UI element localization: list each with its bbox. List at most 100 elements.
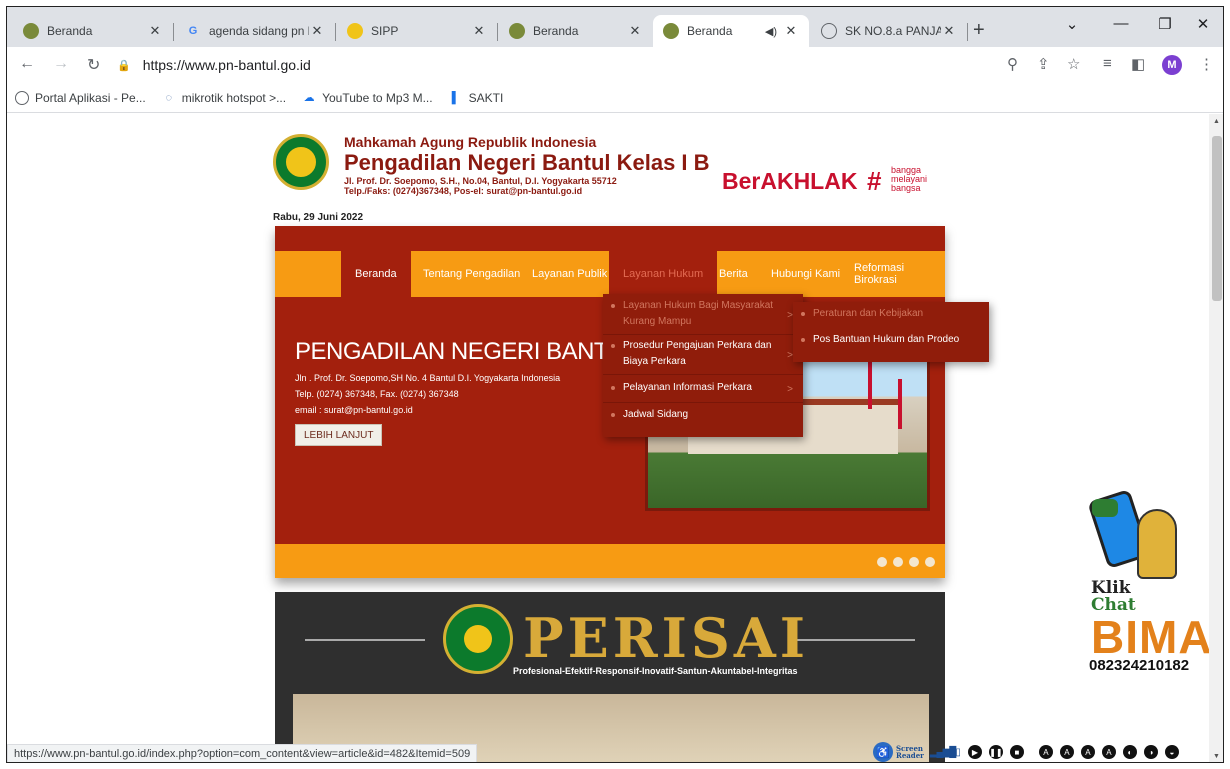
- grayscale-icon[interactable]: ◒: [1164, 745, 1179, 759]
- bookmark-portal-aplikasi[interactable]: Portal Aplikasi - Pe...: [15, 90, 146, 105]
- tab-sipp[interactable]: SIPP ✕: [337, 15, 497, 47]
- screen-reader-icon[interactable]: ♿: [873, 742, 893, 762]
- submenu-item-peraturan[interactable]: Peraturan dan Kebijakan: [793, 306, 989, 322]
- scroll-down-icon[interactable]: ▼: [1213, 753, 1220, 760]
- address-bar[interactable]: 🔒 https://www.pn-bantul.go.id: [117, 52, 1017, 78]
- chat-bubble-icon[interactable]: [1092, 499, 1118, 517]
- new-tab-icon[interactable]: +: [973, 19, 985, 42]
- close-icon[interactable]: ✕: [309, 23, 325, 39]
- reading-list-icon[interactable]: ≡: [1103, 55, 1112, 72]
- bookmark-mikrotik[interactable]: ◌ mikrotik hotspot >...: [162, 91, 286, 105]
- vertical-scrollbar[interactable]: ▲ ▼: [1209, 114, 1223, 762]
- close-icon[interactable]: ✕: [147, 23, 163, 39]
- dropdown-item-bantuan-hukum[interactable]: Layanan Hukum Bagi Masyarakat Kurang Mam…: [603, 298, 803, 330]
- play-icon[interactable]: ▶: [967, 745, 982, 759]
- minimize-icon[interactable]: —: [1101, 15, 1141, 32]
- lebih-lanjut-button[interactable]: LEBIH LANJUT: [295, 424, 383, 446]
- dyslexic-font-icon[interactable]: A: [1101, 745, 1116, 759]
- tab-separator: [967, 23, 968, 41]
- restore-icon[interactable]: ❐: [1145, 15, 1185, 33]
- close-icon[interactable]: ✕: [471, 23, 487, 39]
- browser-toolbar: ← → ↻ 🔒 https://www.pn-bantul.go.id ⚲ ⇪ …: [7, 47, 1223, 83]
- banner-rule-left: [305, 639, 425, 641]
- nav-tentang-pengadilan[interactable]: Tentang Pengadilan: [409, 251, 534, 297]
- cloud-download-icon: ☁: [303, 92, 315, 104]
- google-icon: G: [188, 25, 198, 37]
- header-line-1: Mahkamah Agung Republik Indonesia: [344, 134, 597, 150]
- slider-dot-1[interactable]: [877, 557, 887, 567]
- scroll-thumb[interactable]: [1212, 136, 1222, 301]
- zoom-icon[interactable]: ⚲: [1007, 55, 1018, 73]
- volume-level-icon[interactable]: ▂▄▆█▯: [930, 747, 961, 758]
- perisai-banner[interactable]: PERISAI Profesional-Efektif-Responsif-In…: [275, 592, 945, 762]
- tab-separator: [173, 23, 174, 41]
- nav-reformasi-birokrasi[interactable]: Reformasi Birokrasi: [840, 251, 945, 297]
- bookmark-youtube-mp3[interactable]: ☁ YouTube to Mp3 M...: [302, 91, 433, 105]
- tab-google[interactable]: G agenda sidang pn b ✕: [175, 15, 335, 47]
- close-icon[interactable]: ✕: [627, 23, 643, 39]
- font-reset-icon[interactable]: A: [1080, 745, 1095, 759]
- font-increase-icon[interactable]: A: [1059, 745, 1074, 759]
- slider-dot-4[interactable]: [925, 557, 935, 567]
- court-icon: [663, 23, 679, 39]
- menu-kebab-icon[interactable]: ⋮: [1199, 55, 1214, 73]
- bima-phone-number[interactable]: 082324210182: [1089, 657, 1189, 674]
- submenu-item-posbakum[interactable]: Pos Bantuan Hukum dan Prodeo: [793, 332, 989, 348]
- bar-icon: ▌: [451, 91, 460, 104]
- mascot-icon[interactable]: [1137, 509, 1177, 579]
- chevron-right-icon: >: [787, 384, 793, 395]
- dropdown-divider: [603, 402, 803, 403]
- profile-avatar[interactable]: M: [1162, 55, 1182, 75]
- chevron-down-icon[interactable]: ⌄: [1052, 15, 1092, 33]
- dropdown-item-prosedur[interactable]: Prosedur Pengajuan Perkara dan Biaya Per…: [603, 338, 803, 370]
- tab-beranda-active[interactable]: Beranda ◀) ✕: [653, 15, 809, 47]
- tab-beranda-1[interactable]: Beranda ✕: [13, 15, 173, 47]
- share-icon[interactable]: ⇪: [1037, 55, 1050, 73]
- nav-layanan-hukum[interactable]: Layanan Hukum: [609, 251, 718, 297]
- sipp-icon: [347, 23, 363, 39]
- globe-icon: [15, 90, 29, 105]
- slider-dot-2[interactable]: [893, 557, 903, 567]
- invert-icon[interactable]: ◑: [1143, 745, 1158, 759]
- contrast-icon[interactable]: ◐: [1122, 745, 1137, 759]
- reload-icon[interactable]: ↻: [87, 55, 100, 75]
- hero-phone: Telp. (0274) 367348, Fax. (0274) 367348: [295, 389, 459, 399]
- dropdown-item-informasi-perkara[interactable]: Pelayanan Informasi Perkara >: [603, 380, 803, 396]
- screen-reader-label: Screen Reader: [896, 744, 924, 760]
- court-logo[interactable]: [273, 134, 329, 190]
- header-line-2: Pengadilan Negeri Bantul Kelas I B: [344, 150, 710, 175]
- stop-icon[interactable]: ■: [1009, 745, 1024, 759]
- tab-sk-panjar[interactable]: SK NO.8.a PANJAR ✕: [811, 15, 967, 47]
- screen-reader-toolbar: ♿ Screen Reader ▂▄▆█▯ ▶ ❚❚ ■ A A A A ◐ ◑…: [873, 742, 1186, 762]
- pause-icon[interactable]: ❚❚: [988, 745, 1003, 759]
- header-contact: Telp./Faks: (0274)367348, Pos-el: surat@…: [344, 186, 583, 196]
- nav-beranda[interactable]: Beranda: [341, 251, 411, 297]
- bima-name-label[interactable]: BIMA: [1091, 610, 1213, 664]
- bookmark-sakti[interactable]: ▌ SAKTI: [449, 91, 504, 105]
- current-date: Rabu, 29 Juni 2022: [273, 212, 364, 223]
- tab-beranda-2[interactable]: Beranda ✕: [499, 15, 653, 47]
- lock-icon[interactable]: 🔒: [117, 59, 131, 72]
- close-window-icon[interactable]: ✕: [1183, 15, 1223, 33]
- hero-email: email : surat@pn-bantul.go.id: [295, 405, 413, 415]
- dropdown-divider: [603, 374, 803, 375]
- tab-separator: [335, 23, 336, 41]
- side-panel-icon[interactable]: ◧: [1131, 55, 1145, 73]
- dropdown-item-jadwal-sidang[interactable]: Jadwal Sidang: [603, 407, 803, 423]
- font-decrease-icon[interactable]: A: [1038, 745, 1053, 759]
- bullet-icon: [801, 338, 805, 342]
- bookmark-star-icon[interactable]: ☆: [1067, 55, 1080, 73]
- close-icon[interactable]: ✕: [783, 23, 799, 39]
- slider-dot-3[interactable]: [909, 557, 919, 567]
- forward-icon[interactable]: →: [53, 55, 69, 73]
- bookmarks-bar: Portal Aplikasi - Pe... ◌ mikrotik hotsp…: [7, 83, 1223, 113]
- back-icon[interactable]: ←: [19, 55, 35, 73]
- speaker-icon[interactable]: ◀): [765, 25, 777, 38]
- close-icon[interactable]: ✕: [941, 23, 957, 39]
- nav-layanan-publik[interactable]: Layanan Publik: [518, 251, 621, 297]
- nav-berita[interactable]: Berita: [705, 251, 762, 297]
- header-address: Jl. Prof. Dr. Soepomo, S.H., No.04, Bant…: [344, 176, 617, 186]
- scroll-up-icon[interactable]: ▲: [1213, 118, 1220, 125]
- bantuan-hukum-submenu: Peraturan dan Kebijakan Pos Bantuan Huku…: [793, 302, 989, 362]
- hero-address: Jln . Prof. Dr. Soepomo,SH No. 4 Bantul …: [295, 373, 561, 383]
